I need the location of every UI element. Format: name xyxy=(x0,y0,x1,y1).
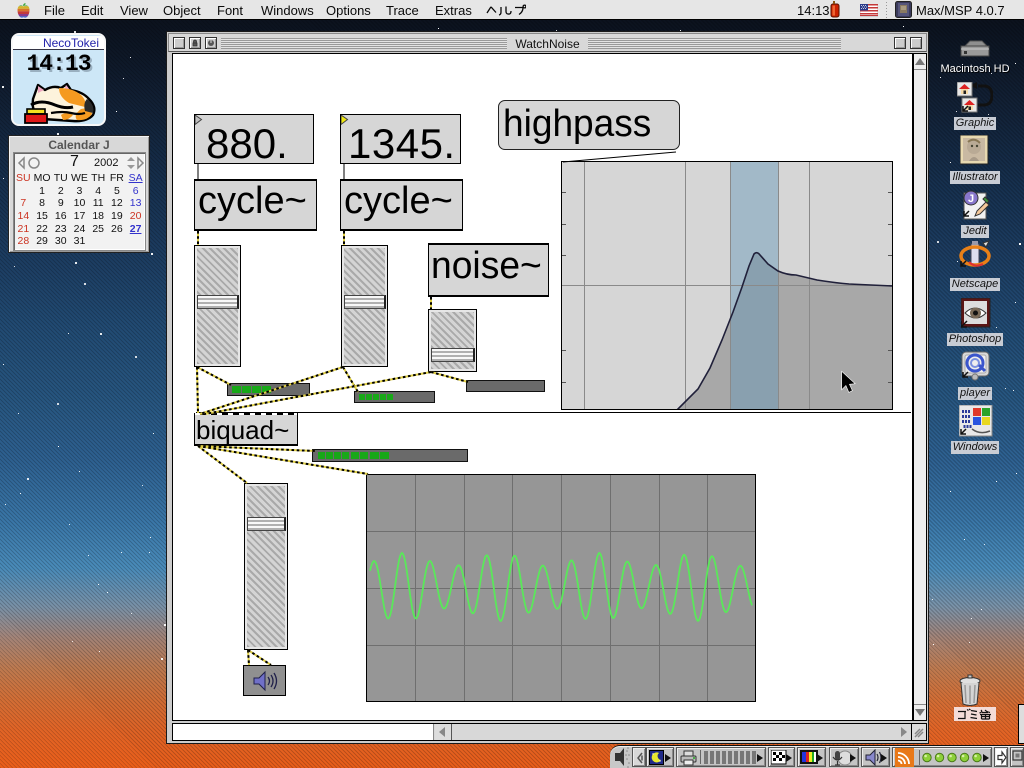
svg-text:J: J xyxy=(968,193,974,205)
